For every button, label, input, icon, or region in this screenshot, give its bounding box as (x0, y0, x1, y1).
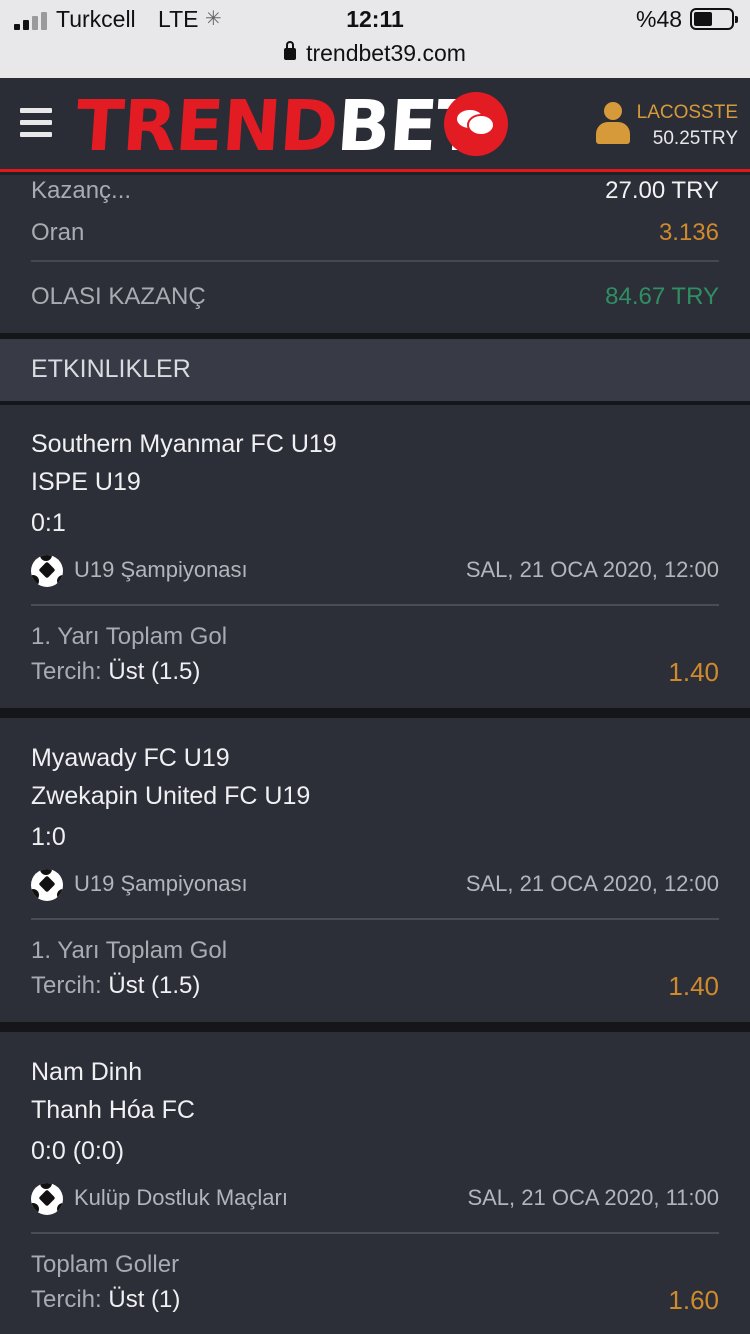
selection-odds: 1.40 (668, 657, 719, 687)
soccer-ball-icon (31, 869, 63, 901)
away-team: Zwekapin United FC U19 (31, 782, 311, 810)
selection: Tercih: Üst (1) (31, 1286, 180, 1314)
market-name: Toplam Goller (31, 1251, 180, 1278)
lock-icon (284, 41, 297, 60)
score: 0:0 (0:0) (31, 1137, 125, 1165)
selection: Tercih: Üst (1.5) (31, 972, 200, 1000)
score: 0:1 (31, 509, 66, 537)
selection-value: Üst (1.5) (108, 972, 201, 999)
soccer-ball-icon (31, 555, 63, 587)
divider (31, 918, 719, 920)
url-text: trendbet39.com (306, 40, 466, 66)
section-title: ETKINLIKLER (31, 355, 191, 383)
event-meta: U19 Şampiyonası SAL, 21 OCA 2020, 12:00 (31, 869, 719, 901)
events-section-header: ETKINLIKLER (0, 339, 750, 401)
user-icon[interactable] (596, 102, 630, 146)
selection-label: Tercih: (31, 658, 102, 685)
stake-row: Kazanç... 27.00 TRY (31, 177, 719, 205)
home-team: Nam Dinh (31, 1058, 143, 1086)
away-team: ISPE U19 (31, 468, 141, 496)
user-balance: 50.25TRY (652, 128, 738, 149)
battery-icon (690, 8, 738, 30)
home-team: Southern Myanmar FC U19 (31, 430, 337, 458)
divider (31, 1232, 719, 1234)
selection-value: Üst (1) (108, 1286, 181, 1313)
event-card: Southern Myanmar FC U19 ISPE U19 0:1 U19… (0, 405, 750, 708)
score: 1:0 (31, 823, 66, 851)
username[interactable]: LACOSSTE (637, 102, 738, 124)
league-name: U19 Şampiyonası (74, 871, 248, 896)
stake-value: 27.00 TRY (605, 177, 719, 204)
bet-summary: Kazanç... 27.00 TRY Oran 3.136 OLASI KAZ… (0, 175, 750, 333)
market-name: 1. Yarı Toplam Gol (31, 937, 228, 964)
soccer-ball-icon (31, 1183, 63, 1215)
divider (31, 260, 719, 262)
chat-bubble-icon[interactable] (444, 92, 508, 156)
selection-odds: 1.40 (668, 971, 719, 1001)
selection-label: Tercih: (31, 972, 102, 999)
logo-text-trend: TREND (73, 85, 341, 167)
selection-value: Üst (1.5) (108, 658, 201, 685)
league-name: U19 Şampiyonası (74, 557, 248, 582)
selection-label: Tercih: (31, 1286, 102, 1313)
home-team: Myawady FC U19 (31, 744, 230, 772)
potential-win-label: OLASI KAZANÇ (31, 283, 206, 310)
stake-label: Kazanç... (31, 177, 132, 204)
address-bar[interactable]: trendbet39.com (0, 40, 750, 67)
status-bar: Turkcell LTE ✳ 12:11 %48 trendbet39.com (0, 0, 750, 78)
battery-percentage: %48 (636, 6, 683, 32)
market-name: 1. Yarı Toplam Gol (31, 623, 228, 650)
potential-win-value: 84.67 TRY (605, 283, 719, 310)
event-card: Nam Dinh Thanh Hóa FC 0:0 (0:0) Kulüp Do… (0, 1032, 750, 1334)
event-meta: U19 Şampiyonası SAL, 21 OCA 2020, 12:00 (31, 555, 719, 587)
hamburger-menu-icon[interactable] (20, 108, 52, 142)
odds-row: Oran 3.136 (31, 219, 719, 247)
event-meta: Kulüp Dostluk Maçları SAL, 21 OCA 2020, … (31, 1183, 719, 1215)
selection: Tercih: Üst (1.5) (31, 658, 200, 686)
total-odds-value: 3.136 (658, 219, 719, 246)
divider (31, 604, 719, 606)
app-header: TRENDBET LACOSSTE 50.25TRY (0, 78, 750, 172)
event-date: SAL, 21 OCA 2020, 12:00 (465, 871, 719, 896)
event-date: SAL, 21 OCA 2020, 11:00 (467, 1185, 719, 1210)
total-odds-label: Oran (31, 219, 85, 246)
away-team: Thanh Hóa FC (31, 1096, 195, 1124)
divider (0, 708, 750, 718)
event-card: Myawady FC U19 Zwekapin United FC U19 1:… (0, 718, 750, 1022)
divider (0, 1022, 750, 1032)
league-name: Kulüp Dostluk Maçları (74, 1185, 288, 1210)
selection-odds: 1.60 (668, 1285, 719, 1315)
event-date: SAL, 21 OCA 2020, 12:00 (465, 557, 719, 582)
potential-win-row: OLASI KAZANÇ 84.67 TRY (31, 283, 719, 311)
site-logo[interactable]: TRENDBET (73, 85, 486, 167)
